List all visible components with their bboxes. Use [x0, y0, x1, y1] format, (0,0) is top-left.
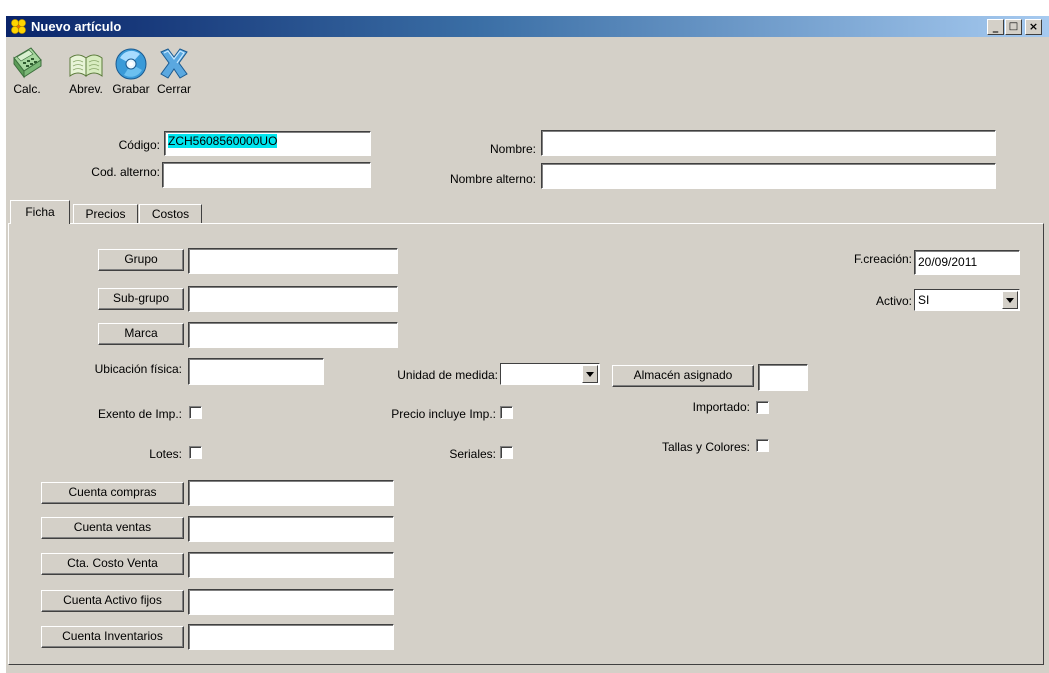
- cuenta-ventas-input[interactable]: [188, 516, 394, 542]
- cod-alterno-label: Cod. alterno:: [91, 165, 160, 179]
- exento-label: Exento de Imp.:: [97, 407, 182, 421]
- grupo-button[interactable]: Grupo: [98, 249, 184, 271]
- cuenta-activo-fijos-button[interactable]: Cuenta Activo fijos: [41, 590, 184, 612]
- ubicacion-input[interactable]: [188, 358, 324, 385]
- cuenta-inventarios-button[interactable]: Cuenta Inventarios: [41, 626, 184, 648]
- cuenta-inventarios-input[interactable]: [188, 624, 394, 650]
- marca-button[interactable]: Marca: [98, 323, 184, 345]
- almacen-input[interactable]: [758, 364, 808, 391]
- cuenta-activo-fijos-input[interactable]: [188, 589, 394, 615]
- nombre-alterno-label: Nombre alterno:: [449, 172, 536, 186]
- seriales-checkbox[interactable]: [500, 446, 513, 459]
- nombre-input[interactable]: [541, 130, 996, 156]
- activo-select[interactable]: SI: [914, 289, 1020, 311]
- window-title: Nuevo artículo: [31, 19, 122, 34]
- cta-costo-venta-button[interactable]: Cta. Costo Venta: [41, 553, 184, 575]
- importado-label: Importado:: [692, 400, 750, 414]
- almacen-button[interactable]: Almacén asignado: [612, 365, 754, 387]
- nombre-label: Nombre:: [489, 142, 536, 156]
- fcreacion-input[interactable]: 20/09/2011: [914, 250, 1020, 275]
- close-window-button[interactable]: ×: [1025, 19, 1042, 35]
- calc-button[interactable]: Calc.: [10, 44, 44, 96]
- article-window: Nuevo artículo _ □ × Calc. Abrev. Grabar…: [6, 16, 1049, 673]
- minimize-button[interactable]: _: [987, 19, 1004, 35]
- tab-precios[interactable]: Precios: [73, 204, 138, 223]
- cerrar-button[interactable]: Cerrar: [152, 44, 196, 96]
- seriales-label: Seriales:: [449, 447, 496, 461]
- cuenta-ventas-button[interactable]: Cuenta ventas: [41, 517, 184, 539]
- ubicacion-label: Ubicación física:: [94, 362, 182, 376]
- precio-incluye-checkbox[interactable]: [500, 406, 513, 419]
- abrev-label: Abrev.: [69, 82, 103, 96]
- grupo-input[interactable]: [188, 248, 398, 274]
- subgrupo-input[interactable]: [188, 286, 398, 312]
- codigo-value: ZCH5608560000UO: [168, 134, 278, 148]
- activo-label: Activo:: [875, 294, 912, 308]
- codigo-input[interactable]: ZCH5608560000UO: [164, 131, 371, 156]
- tab-costos[interactable]: Costos: [139, 204, 202, 223]
- cuenta-compras-button[interactable]: Cuenta compras: [41, 482, 184, 504]
- exento-checkbox[interactable]: [189, 406, 202, 419]
- calc-label: Calc.: [13, 82, 41, 96]
- activo-value: SI: [918, 293, 930, 307]
- unidad-select[interactable]: [500, 363, 600, 385]
- subgrupo-button[interactable]: Sub-grupo: [98, 288, 184, 310]
- grabar-label: Grabar: [112, 82, 150, 96]
- cerrar-label: Cerrar: [156, 82, 191, 96]
- cuenta-compras-input[interactable]: [188, 480, 394, 506]
- importado-checkbox[interactable]: [756, 401, 769, 414]
- codigo-label: Código:: [118, 138, 160, 152]
- cta-costo-venta-input[interactable]: [188, 552, 394, 578]
- marca-input[interactable]: [188, 322, 398, 348]
- chevron-down-icon[interactable]: [1002, 291, 1018, 309]
- calculator-icon: [13, 47, 42, 79]
- save-disc-icon: [115, 48, 147, 80]
- unidad-label: Unidad de medida:: [397, 368, 498, 382]
- tallas-label: Tallas y Colores:: [661, 440, 750, 454]
- nombre-alterno-input[interactable]: [541, 163, 996, 189]
- precio-incluye-label: Precio incluye Imp.:: [391, 407, 496, 421]
- lotes-label: Lotes:: [149, 447, 182, 461]
- title-bar[interactable]: Nuevo artículo _ □ ×: [6, 16, 1049, 37]
- chevron-down-icon[interactable]: [582, 365, 598, 383]
- book-icon: [69, 54, 103, 77]
- maximize-button[interactable]: □: [1005, 19, 1022, 35]
- fcreacion-label: F.creación:: [853, 252, 912, 266]
- tallas-checkbox[interactable]: [756, 439, 769, 452]
- close-x-icon: [160, 48, 188, 79]
- cod-alterno-input[interactable]: [162, 162, 371, 188]
- lotes-checkbox[interactable]: [189, 446, 202, 459]
- app-clover-icon: [11, 19, 26, 34]
- grabar-button[interactable]: Grabar: [110, 44, 152, 96]
- abrev-button[interactable]: Abrev.: [63, 44, 109, 96]
- tab-ficha[interactable]: Ficha: [10, 200, 70, 224]
